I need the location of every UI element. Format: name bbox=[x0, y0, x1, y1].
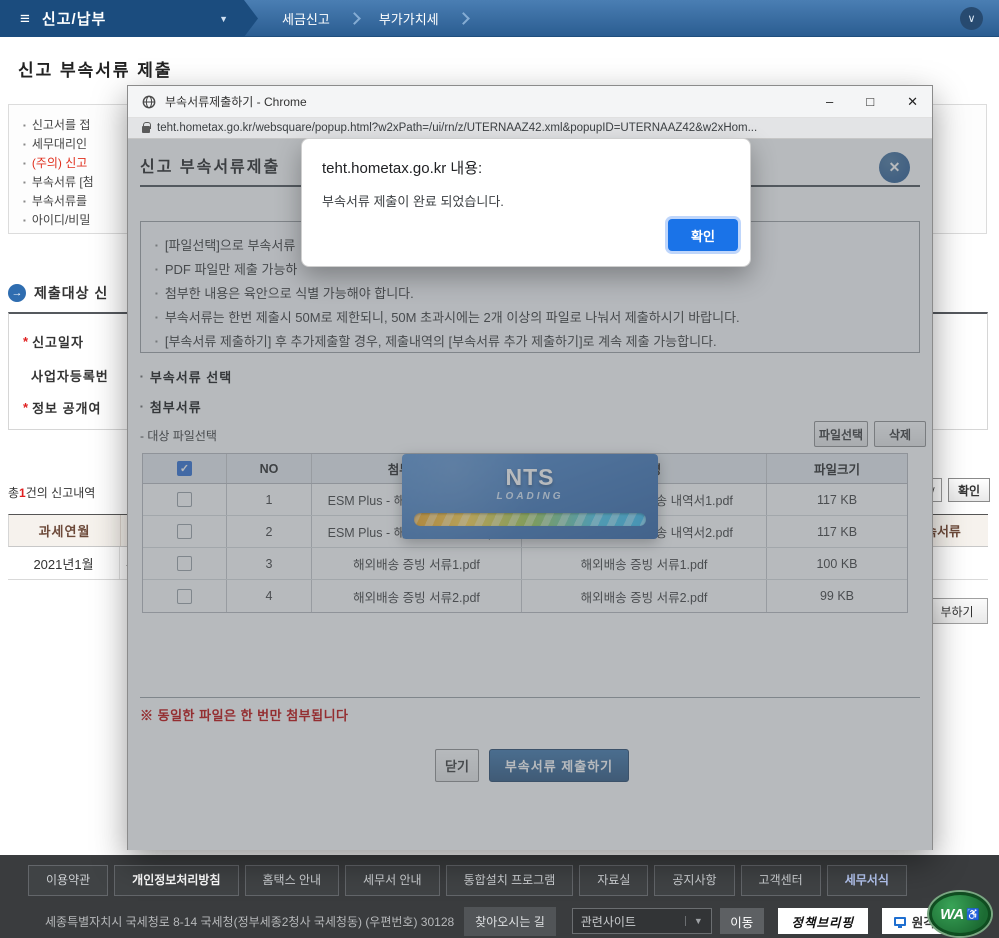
section-title: 제출대상 신 bbox=[34, 285, 109, 301]
monitor-icon bbox=[893, 916, 906, 928]
form-row-business-number: 사업자등록번 bbox=[31, 369, 109, 384]
popup-titlebar: 부속서류제출하기 - Chrome – □ ✕ bbox=[128, 86, 932, 118]
window-title: 부속서류제출하기 - Chrome bbox=[165, 95, 307, 109]
arrow-circle-icon: → bbox=[8, 284, 26, 302]
confirm-button[interactable]: 확인 bbox=[948, 478, 990, 502]
footer-links: 이용약관 개인정보처리방침 홈택스 안내 세무서 안내 통합설치 프로그램 자료… bbox=[28, 865, 907, 896]
footer-link-terms[interactable]: 이용약관 bbox=[28, 865, 109, 896]
section-header: → 제출대상 신 bbox=[8, 283, 108, 303]
wa-certification-logo: WA ♿ bbox=[929, 892, 991, 936]
report-count-summary: 총1건의 신고내역 bbox=[8, 486, 96, 500]
chevron-down-icon: ∨ bbox=[967, 13, 976, 25]
required-asterisk: * bbox=[23, 334, 29, 349]
bullet-icon: ▪ bbox=[23, 140, 26, 149]
url-text: teht.hometax.go.kr/websquare/popup.html?… bbox=[157, 122, 758, 134]
footer-bottom-bar: 세종특별자치시 국세청로 8-14 국세청(정부세종2청사 국세청동) (우편번… bbox=[0, 892, 999, 938]
form-row-report-date: * 신고일자 bbox=[23, 334, 84, 350]
footer-link-hometax-guide[interactable]: 홈택스 안내 bbox=[244, 865, 340, 896]
nav-menu-label: 신고/납부 bbox=[41, 11, 107, 28]
bullet-icon: ▪ bbox=[23, 159, 26, 168]
alert-title: teht.hometax.go.kr 내용: bbox=[322, 160, 483, 177]
breadcrumb-vat[interactable]: 부가가치세 bbox=[379, 9, 439, 28]
browser-alert-dialog: teht.hometax.go.kr 내용: 부속서류 제출이 완료 되었습니다… bbox=[301, 138, 751, 267]
dropdown-caret-icon: ▼ bbox=[219, 13, 228, 24]
maximize-icon[interactable]: □ bbox=[866, 94, 874, 109]
footer-link-taxoffice-guide[interactable]: 세무서 안내 bbox=[345, 865, 440, 896]
nav-menu[interactable]: ≡ 신고/납부 ▼ bbox=[0, 0, 258, 37]
close-icon[interactable]: ✕ bbox=[907, 94, 918, 110]
count-badge: 1 bbox=[19, 486, 26, 500]
footer-link-tax-forms[interactable]: 세무서식 bbox=[826, 865, 907, 896]
top-navbar: ≡ 신고/납부 ▼ 세금신고 부가가치세 ∨ bbox=[0, 0, 999, 37]
attach-button[interactable]: 부하기 bbox=[926, 598, 988, 624]
column-tax-period: 과세연월 bbox=[9, 515, 121, 546]
footer-link-install-program[interactable]: 통합설치 프로그램 bbox=[445, 865, 574, 896]
tax-period-cell: 2021년1월 bbox=[8, 547, 120, 579]
footer-link-privacy[interactable]: 개인정보처리방침 bbox=[114, 865, 239, 896]
lock-icon bbox=[142, 122, 151, 133]
related-sites-select[interactable]: 관련사이트 ▼ bbox=[571, 908, 712, 934]
footer-link-resources[interactable]: 자료실 bbox=[579, 865, 649, 896]
page-title: 신고 부속서류 제출 bbox=[18, 61, 173, 80]
minimize-icon[interactable]: – bbox=[826, 94, 833, 109]
popup-window: 부속서류제출하기 - Chrome – □ ✕ teht.hometax.go.… bbox=[127, 85, 933, 850]
required-asterisk: * bbox=[23, 400, 29, 415]
window-controls: – □ ✕ bbox=[826, 94, 918, 110]
wheelchair-icon: ♿ bbox=[966, 908, 980, 921]
footer-link-customer-center[interactable]: 고객센터 bbox=[740, 865, 821, 896]
alert-message: 부속서류 제출이 완료 되었습니다. bbox=[322, 194, 504, 209]
globe-icon bbox=[142, 95, 156, 108]
menu-icon: ≡ bbox=[20, 9, 30, 28]
go-button[interactable]: 이동 bbox=[719, 908, 764, 934]
bullet-icon: ▪ bbox=[23, 197, 26, 206]
breadcrumb: 세금신고 부가가치세 bbox=[282, 0, 470, 37]
alert-ok-button[interactable]: 확인 bbox=[668, 219, 738, 251]
policy-briefing-button[interactable]: 정책브리핑 bbox=[777, 908, 868, 934]
bullet-icon: ▪ bbox=[23, 216, 26, 225]
bullet-icon: ▪ bbox=[23, 121, 26, 130]
bullet-icon: ▪ bbox=[23, 178, 26, 187]
select-caret-icon: ▼ bbox=[684, 916, 703, 926]
chevron-separator-icon bbox=[456, 12, 470, 25]
footer: 이용약관 개인정보처리방침 홈택스 안내 세무서 안내 통합설치 프로그램 자료… bbox=[0, 855, 999, 938]
form-row-info-disclosure: * 정보 공개여 bbox=[23, 400, 102, 416]
chevron-separator-icon bbox=[347, 12, 361, 25]
footer-link-notices[interactable]: 공지사항 bbox=[654, 865, 735, 896]
footer-address: 세종특별자치시 국세청로 8-14 국세청(정부세종2청사 국세청동) (우편번… bbox=[45, 914, 455, 929]
breadcrumb-tax-report[interactable]: 세금신고 bbox=[282, 9, 330, 28]
directions-button[interactable]: 찾아오시는 길 bbox=[464, 906, 556, 936]
popup-urlbar: teht.hometax.go.kr/websquare/popup.html?… bbox=[128, 118, 932, 139]
navbar-collapse-button[interactable]: ∨ bbox=[960, 7, 983, 30]
